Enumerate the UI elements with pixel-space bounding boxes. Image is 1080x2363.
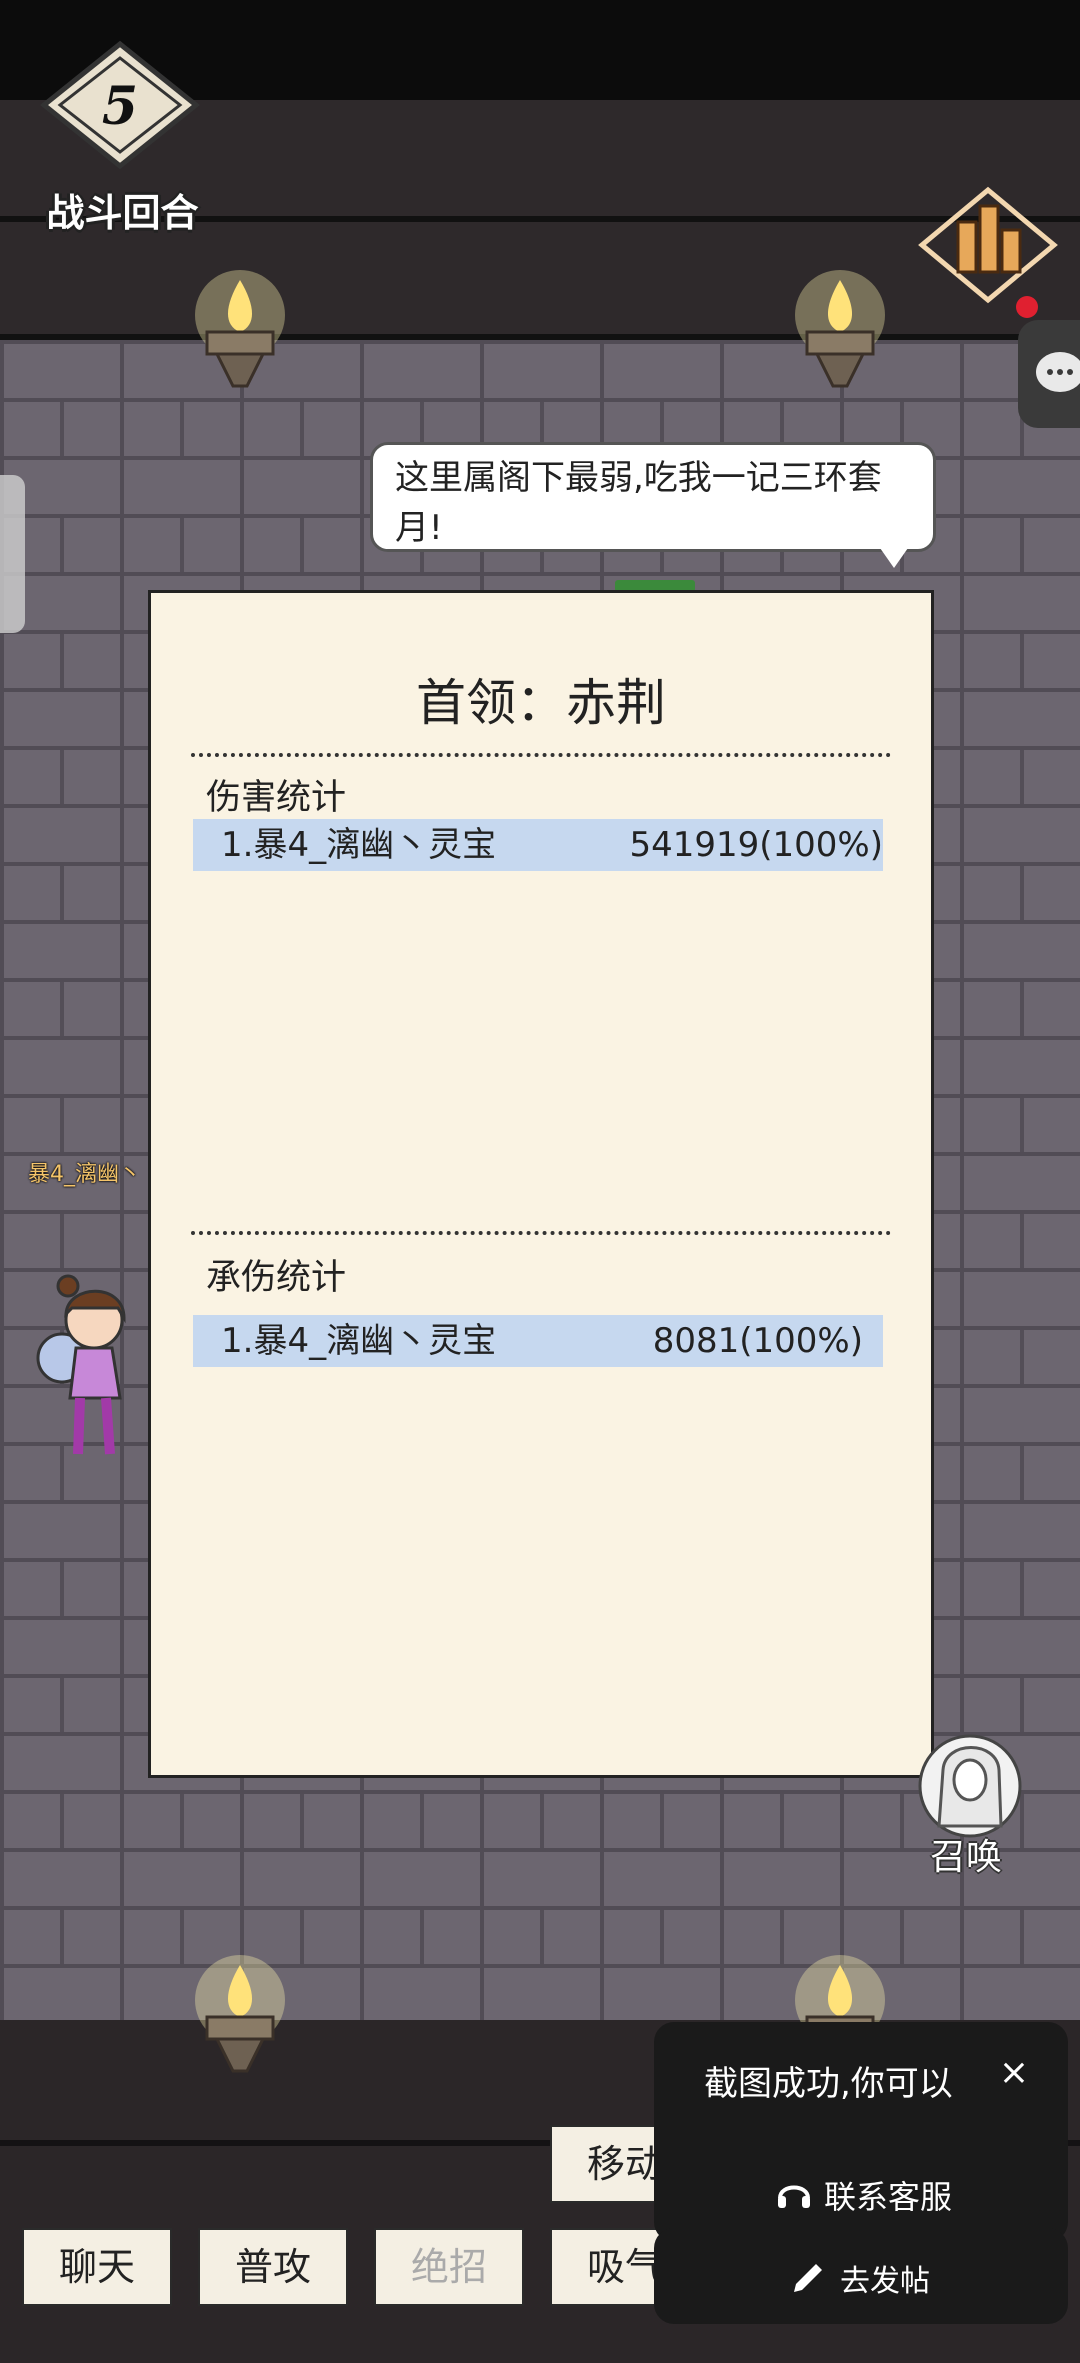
damage-heading: 伤害统计 [206, 778, 347, 818]
table-row: 1.暴4_漓幽丶灵宝 541919(100%) [193, 819, 883, 871]
enemy-speech-bubble: 这里属阁下最弱,吃我一记三环套月! [370, 442, 936, 552]
player-character[interactable] [32, 1268, 144, 1468]
headset-icon [778, 2185, 810, 2208]
torch-icon [795, 270, 885, 388]
damage-row-value: 541919(100%) [629, 825, 883, 865]
chat-bubble-icon [1036, 352, 1080, 392]
divider [191, 1231, 891, 1235]
speech-tail [880, 548, 908, 568]
notification-dot [1016, 296, 1038, 318]
post-bar[interactable]: 去发帖 [654, 2228, 1068, 2324]
table-row: 1.暴4_漓幽丶灵宝 8081(100%) [193, 1315, 883, 1367]
side-chat-button[interactable] [1018, 320, 1080, 428]
ranking-icon[interactable] [918, 186, 1058, 304]
contact-support-button[interactable]: 联系客服 [824, 2172, 952, 2218]
summon-icon[interactable] [905, 1730, 1035, 1842]
attack-button[interactable]: 普攻 [198, 2228, 348, 2306]
toast-message: 截图成功,你可以 [704, 2064, 953, 2104]
player-name: 暴4_漓幽丶 [28, 1162, 141, 1187]
pencil-icon [794, 2264, 822, 2292]
close-icon[interactable]: × [994, 2052, 1034, 2093]
battle-stats-panel: 首领：赤荆 伤害统计 1.暴4_漓幽丶灵宝 541919(100%) 承伤统计 … [148, 590, 934, 1778]
left-edge-tab[interactable] [0, 475, 25, 633]
go-post-button[interactable]: 去发帖 [840, 2256, 930, 2300]
round-label: 战斗回合 [46, 191, 199, 235]
round-number: 5 [102, 76, 138, 137]
torch-icon [195, 1955, 285, 2073]
round-badge-icon: 5 [40, 40, 200, 170]
panel-title: 首领：赤荆 [416, 674, 666, 732]
damage-row-name: 1.暴4_漓幽丶灵宝 [221, 825, 497, 865]
chat-button[interactable]: 聊天 [22, 2228, 172, 2306]
divider [191, 753, 891, 757]
taken-row-name: 1.暴4_漓幽丶灵宝 [221, 1321, 497, 1361]
torch-icon [195, 270, 285, 388]
ultimate-button[interactable]: 绝招 [374, 2228, 524, 2306]
taken-heading: 承伤统计 [206, 1258, 347, 1298]
summon-label: 召唤 [930, 1837, 1003, 1878]
speech-text: 这里属阁下最弱,吃我一记三环套月! [395, 458, 882, 548]
taken-row-value: 8081(100%) [652, 1321, 863, 1361]
screenshot-toast: 截图成功,你可以 × 联系客服 [654, 2022, 1068, 2242]
